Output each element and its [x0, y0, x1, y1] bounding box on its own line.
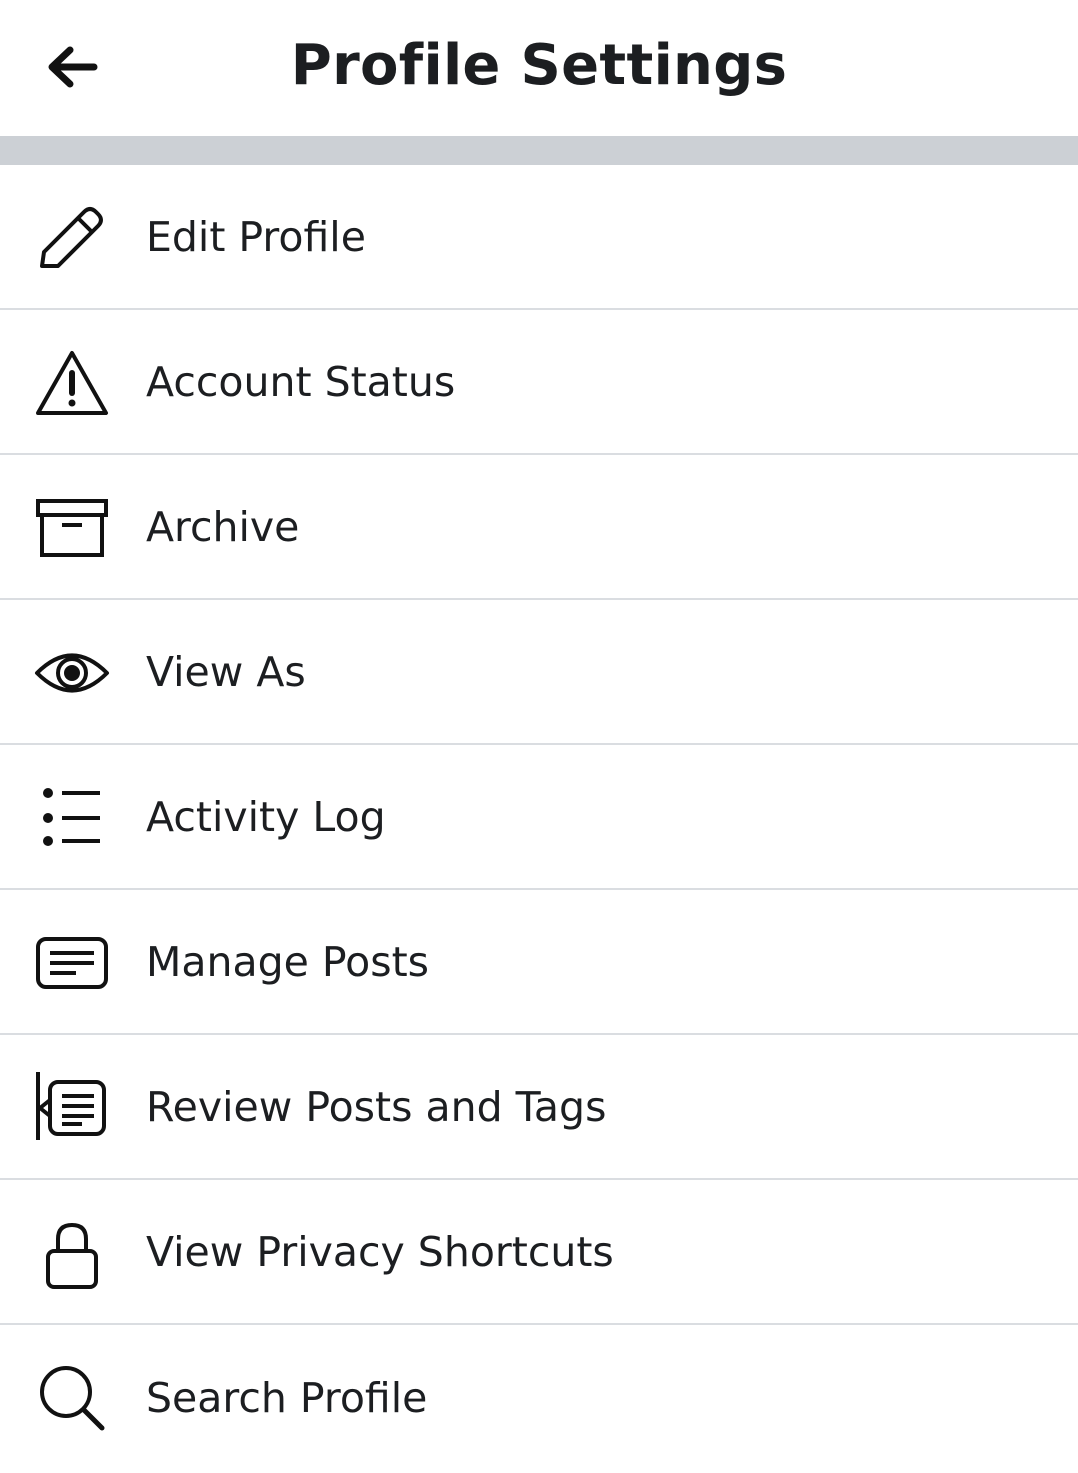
menu-item-label: Manage Posts: [146, 937, 430, 986]
header-bar: Profile Settings: [0, 0, 1078, 136]
search-icon: [32, 1360, 112, 1436]
archive-box-icon: [32, 490, 112, 566]
menu-item-label: Edit Profile: [146, 212, 366, 261]
posts-icon: [32, 925, 112, 1001]
menu-item-label: Account Status: [146, 357, 456, 406]
menu-item-label: Review Posts and Tags: [146, 1082, 607, 1131]
lock-icon: [32, 1215, 112, 1291]
list-icon: [32, 780, 112, 856]
menu-item-view-privacy-shortcuts[interactable]: View Privacy Shortcuts: [0, 1180, 1078, 1325]
settings-menu: Edit Profile Account Status Archive View…: [0, 165, 1078, 1470]
menu-item-edit-profile[interactable]: Edit Profile: [0, 165, 1078, 310]
menu-item-account-status[interactable]: Account Status: [0, 310, 1078, 455]
review-posts-icon: [32, 1070, 112, 1146]
eye-icon: [32, 635, 112, 711]
menu-item-label: Activity Log: [146, 792, 386, 841]
menu-item-label: View As: [146, 647, 306, 696]
page-title: Profile Settings: [290, 33, 788, 98]
menu-item-label: View Privacy Shortcuts: [146, 1227, 614, 1276]
menu-item-manage-posts[interactable]: Manage Posts: [0, 890, 1078, 1035]
menu-item-view-as[interactable]: View As: [0, 600, 1078, 745]
section-divider: [0, 136, 1078, 165]
pencil-icon: [32, 200, 112, 276]
warning-triangle-icon: [32, 345, 112, 421]
menu-item-label: Search Profile: [146, 1373, 428, 1422]
menu-item-search-profile[interactable]: Search Profile: [0, 1325, 1078, 1470]
menu-item-label: Archive: [146, 502, 300, 551]
menu-item-review-posts-and-tags[interactable]: Review Posts and Tags: [0, 1035, 1078, 1180]
menu-item-activity-log[interactable]: Activity Log: [0, 745, 1078, 890]
menu-item-archive[interactable]: Archive: [0, 455, 1078, 600]
